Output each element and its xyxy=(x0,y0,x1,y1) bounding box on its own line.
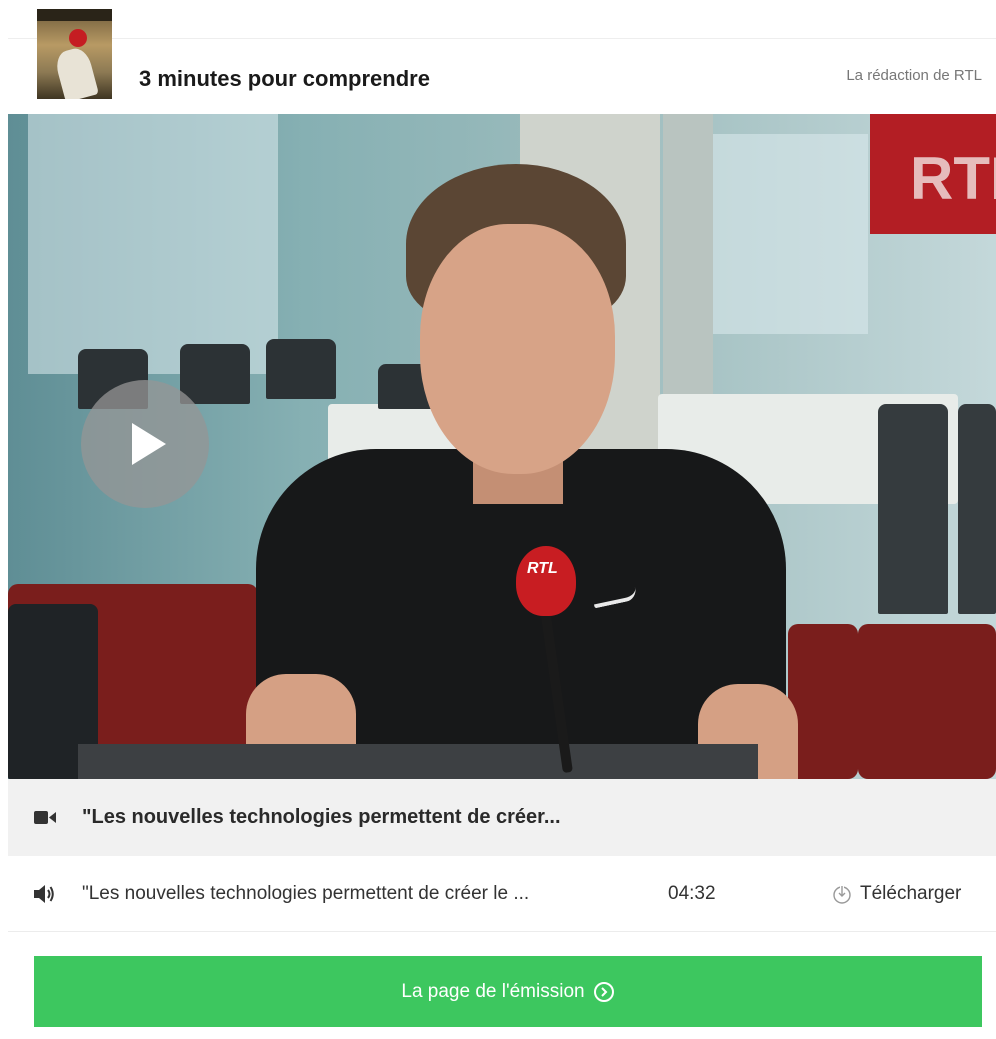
person-face xyxy=(420,224,615,474)
play-icon xyxy=(132,423,166,465)
background-chair xyxy=(266,339,336,399)
download-icon xyxy=(833,885,851,904)
thumbnail-mic xyxy=(69,29,87,47)
audio-duration: 04:32 xyxy=(668,883,716,904)
show-page-button[interactable]: La page de l'émission xyxy=(34,956,982,1027)
audio-row[interactable]: "Les nouvelles technologies permettent d… xyxy=(8,856,996,932)
rtl-sign-text: RTL xyxy=(910,145,996,212)
podcast-card: 3 minutes pour comprendre La rédaction d… xyxy=(8,0,996,1039)
video-player[interactable]: RTL RTL xyxy=(8,114,996,779)
background-window xyxy=(28,114,278,374)
thumbnail-top-band xyxy=(37,9,112,21)
show-title[interactable]: 3 minutes pour comprendre xyxy=(139,66,430,92)
show-thumbnail[interactable] xyxy=(37,9,112,99)
studio-desk xyxy=(78,744,758,779)
background-pillar xyxy=(663,114,713,414)
speaker-icon xyxy=(34,885,54,903)
microphone-logo: RTL xyxy=(527,560,558,577)
background-chair xyxy=(958,404,996,614)
background-window xyxy=(708,134,868,334)
download-label: Télécharger xyxy=(860,883,962,904)
background-chair xyxy=(180,344,250,404)
download-button[interactable]: Télécharger xyxy=(832,880,961,908)
video-title-bar[interactable]: "Les nouvelles technologies permettent d… xyxy=(8,779,996,856)
show-page-label: La page de l'émission xyxy=(401,980,585,1002)
chevron-circle-right-icon xyxy=(593,981,614,1002)
rtl-sign: RTL xyxy=(870,114,996,234)
background-chair xyxy=(858,624,996,779)
rtl-microphone: RTL xyxy=(516,546,576,616)
play-button[interactable] xyxy=(81,380,209,508)
video-title[interactable]: "Les nouvelles technologies permettent d… xyxy=(82,806,561,829)
video-camera-icon xyxy=(34,811,56,824)
background-chair xyxy=(878,404,948,614)
background-chair xyxy=(788,624,858,779)
audio-title[interactable]: "Les nouvelles technologies permettent d… xyxy=(82,883,529,905)
thumbnail-person xyxy=(53,45,99,99)
card-header: 3 minutes pour comprendre La rédaction d… xyxy=(8,9,996,114)
author-name[interactable]: La rédaction de RTL xyxy=(846,67,982,84)
